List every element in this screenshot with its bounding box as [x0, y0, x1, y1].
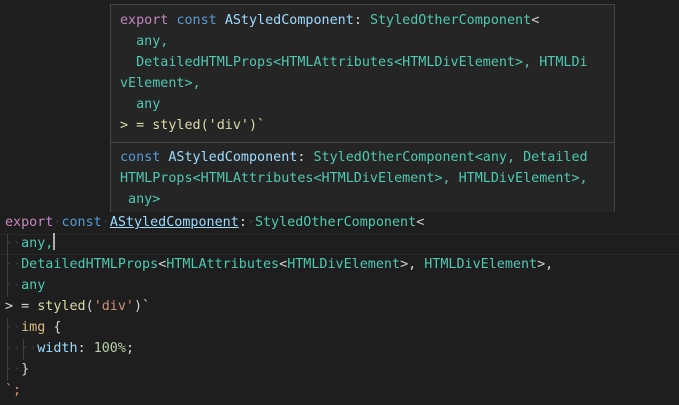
text-cursor [53, 233, 56, 250]
hover-tooltip: export const AStyledComponent: StyledOth… [110, 4, 615, 213]
code-line-9[interactable]: `; [5, 380, 21, 401]
hover-divider [111, 142, 614, 143]
hover-signature-line-5: any [120, 97, 161, 112]
code-line-8[interactable]: ··} [5, 359, 29, 380]
hover-signature-line-1: export const AStyledComponent: StyledOth… [120, 13, 540, 28]
code-line-7[interactable]: ····width: 100%; [5, 338, 134, 359]
hover-doc-line-1: const AStyledComponent: StyledOtherCompo… [120, 150, 588, 165]
code-line-1[interactable]: export·const·AStyledComponent:·StyledOth… [5, 212, 424, 233]
hover-signature-line-4: vElement>, [120, 76, 201, 91]
code-editor[interactable]: export·const·AStyledComponent:·StyledOth… [0, 212, 679, 405]
code-line-4[interactable]: ··any [5, 275, 45, 296]
current-line-highlight [0, 234, 679, 255]
hover-signature-line-6: > = styled('div')` [120, 118, 266, 133]
symbol-astyledcomponent[interactable]: AStyledComponent [110, 215, 239, 230]
code-line-2[interactable]: ··any, [5, 233, 56, 254]
hover-doc-line-3: any> [120, 192, 161, 207]
hover-doc-line-2: HTMLProps<HTMLAttributes<HTMLDivElement>… [120, 171, 588, 186]
hover-signature-line-3: DetailedHTMLProps<HTMLAttributes<HTMLDiv… [120, 55, 588, 70]
code-line-3[interactable]: ··DetailedHTMLProps<HTMLAttributes<HTMLD… [5, 254, 553, 275]
code-line-6[interactable]: ··img { [5, 317, 61, 338]
code-line-5[interactable]: > = styled('div')` [5, 296, 150, 317]
hover-signature-line-2: any, [120, 34, 169, 49]
